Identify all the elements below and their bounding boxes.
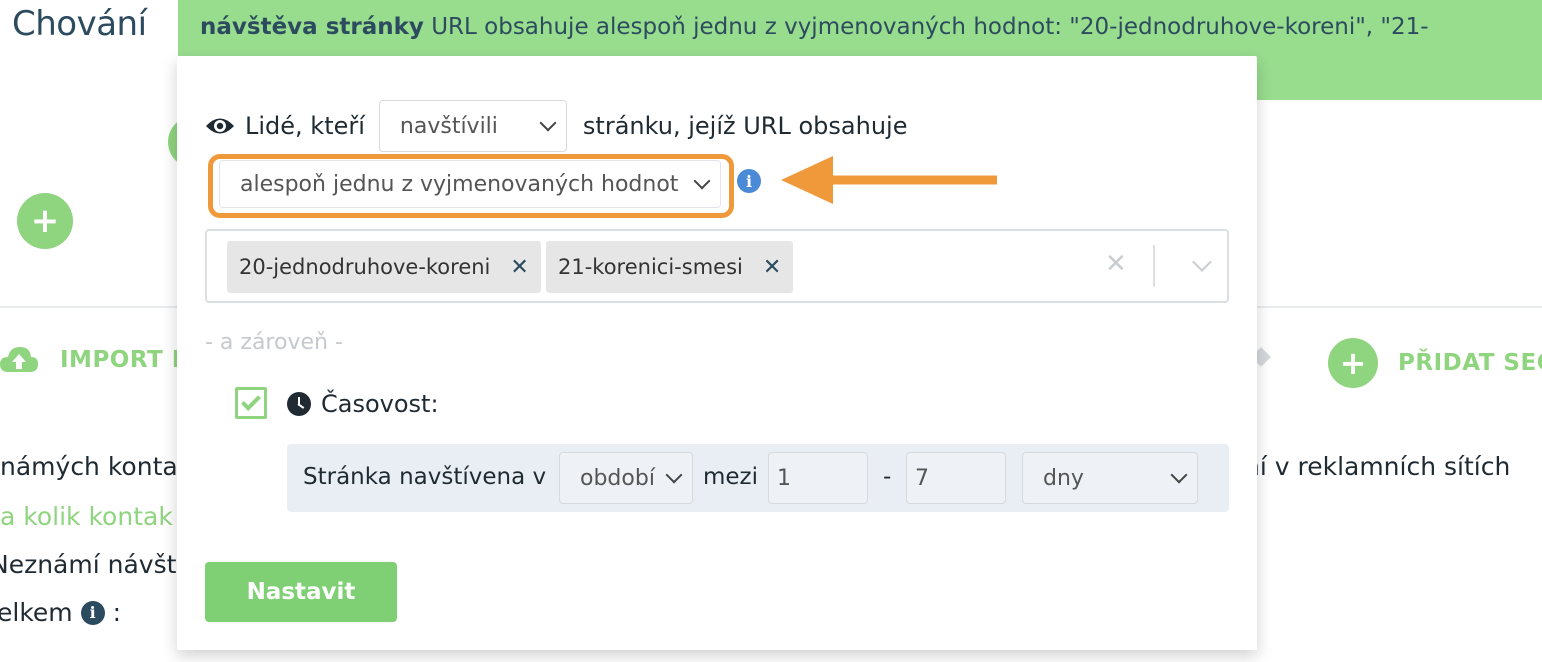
add-segment-label: PŘIDAT SEG <box>1398 350 1542 376</box>
info-icon[interactable]: i <box>80 600 105 625</box>
plus-icon: + <box>30 201 60 241</box>
set-button[interactable]: Nastavit <box>205 562 397 622</box>
banner-condition-type: návštěva stránky <box>200 14 424 40</box>
total-colon: : <box>112 598 122 627</box>
value-tag-label: 20-jednodruhove-koreni <box>239 255 491 279</box>
visited-select-value: navštívili <box>399 113 498 139</box>
total-row: elkem i : <box>0 598 121 627</box>
import-contacts-button[interactable]: IMPORT K <box>0 344 190 376</box>
from-value: 1 <box>777 465 791 491</box>
timing-panel: Stránka navštívena v období mezi 1 - 7 d… <box>287 444 1229 512</box>
period-select-value: období <box>580 465 655 491</box>
plus-icon: + <box>1328 338 1378 388</box>
unit-select-value: dny <box>1043 465 1084 491</box>
range-dash: - <box>883 464 892 490</box>
remove-tag-icon[interactable]: ✕ <box>763 255 781 280</box>
bg-link-line2[interactable]: a kolik kontak <box>0 502 173 531</box>
chevron-down-icon[interactable] <box>1192 252 1212 272</box>
url-values-input[interactable]: 20-jednodruhove-koreni ✕ 21-korenici-sme… <box>205 229 1229 303</box>
add-segment-button[interactable]: + PŘIDAT SEG <box>1328 338 1542 388</box>
chevron-down-icon <box>665 466 683 484</box>
total-label: elkem <box>0 598 73 627</box>
from-input[interactable]: 1 <box>768 452 868 504</box>
and-separator-label: - a zároveň - <box>205 330 343 355</box>
checkmark-icon <box>241 391 261 411</box>
add-condition-button[interactable]: + <box>17 193 73 249</box>
clear-all-icon[interactable]: ✕ <box>1105 249 1127 279</box>
value-tag: 21-korenici-smesi ✕ <box>546 241 794 293</box>
timing-label: Časovost: <box>321 390 439 418</box>
chevron-down-icon <box>539 114 557 132</box>
between-label: mezi <box>703 464 759 490</box>
to-value: 7 <box>915 465 929 491</box>
value-tag: 20-jednodruhove-koreni ✕ <box>227 241 541 293</box>
match-mode-select[interactable]: alespoň jednu z vyjmenovaných hodnot <box>219 160 721 208</box>
bg-text-line3: Neznámí návšt <box>0 550 177 579</box>
separator <box>1153 245 1155 287</box>
timing-prefix: Stránka navštívena v <box>303 464 547 490</box>
bg-text-right: ní v reklamních sítích <box>1244 452 1511 481</box>
value-tag-label: 21-korenici-smesi <box>558 255 743 279</box>
arrow-left-icon <box>781 156 997 204</box>
info-icon[interactable]: i <box>737 169 761 193</box>
banner-condition-text: URL obsahuje alespoň jednu z vyjmenovaný… <box>423 14 1429 40</box>
chevron-down-icon <box>1170 466 1188 484</box>
unit-select[interactable]: dny <box>1022 452 1198 504</box>
import-label: IMPORT K <box>60 347 191 373</box>
cloud-upload-icon <box>0 347 38 372</box>
remove-tag-icon[interactable]: ✕ <box>510 255 528 280</box>
timing-checkbox[interactable] <box>235 387 267 419</box>
bg-text-line1: námých konta <box>0 452 178 481</box>
condition-editor-dialog: Lidé, kteří navštívili stránku, jejíž UR… <box>177 56 1257 650</box>
timing-label-row: Časovost: <box>287 390 439 418</box>
eye-icon <box>206 118 234 134</box>
period-select[interactable]: období <box>559 452 693 504</box>
url-label: stránku, jejíž URL obsahuje <box>582 112 908 140</box>
people-label: Lidé, kteří <box>245 112 365 140</box>
people-row: Lidé, kteří navštívili stránku, jejíž UR… <box>205 100 907 152</box>
match-mode-value: alespoň jednu z vyjmenovaných hodnot <box>240 171 679 197</box>
visited-select[interactable]: navštívili <box>378 100 567 152</box>
page-title: Chování <box>12 4 147 44</box>
chevron-down-icon <box>693 172 711 190</box>
clock-icon <box>287 392 311 416</box>
to-input[interactable]: 7 <box>906 452 1006 504</box>
